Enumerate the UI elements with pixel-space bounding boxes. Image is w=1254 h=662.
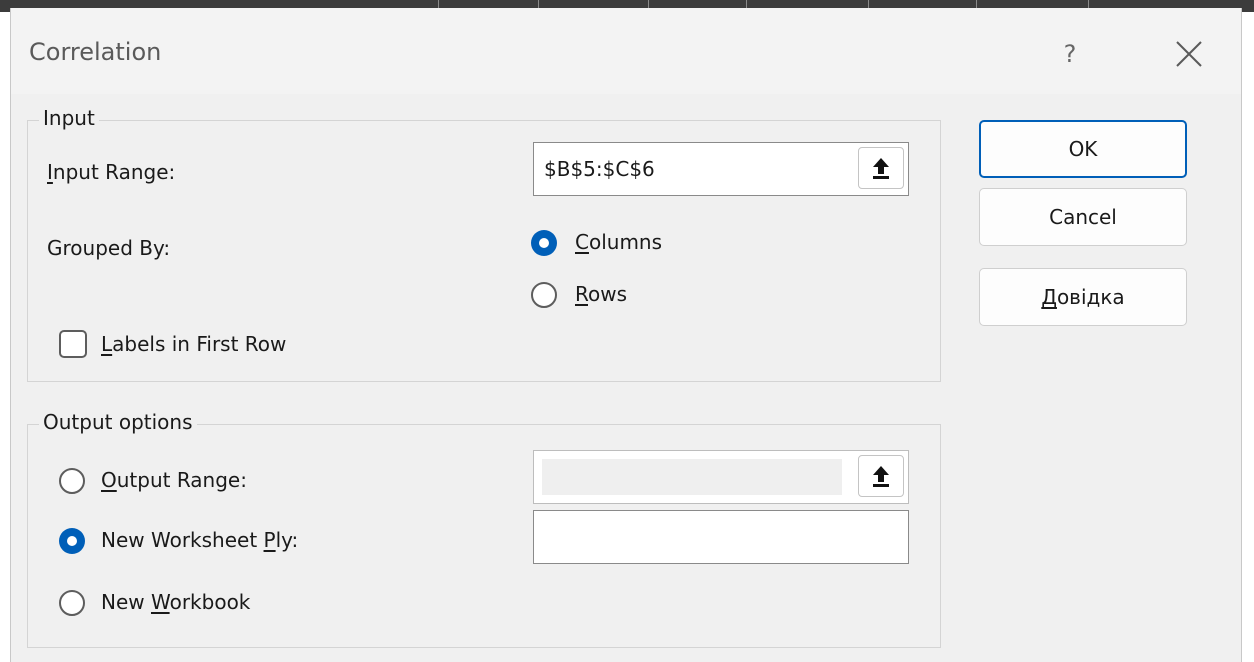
labels-first-row-label[interactable]: Labels in First Row (101, 332, 286, 356)
rows-radio[interactable] (531, 282, 557, 308)
rows-text: ows (588, 282, 628, 306)
new-worksheet-name-field[interactable] (533, 510, 909, 564)
output-range-text: utput Range: (116, 468, 247, 492)
new-worksheet-text: ly: (275, 528, 299, 552)
dialog-title: Correlation (29, 38, 162, 66)
input-range-label-text: nput Range: (52, 160, 176, 184)
correlation-dialog: Correlation ? Input Input Range: $B$5:$C… (10, 8, 1242, 662)
new-worksheet-radio[interactable] (59, 528, 85, 554)
input-range-value: $B$5:$C$6 (544, 157, 655, 181)
columns-radio[interactable] (531, 230, 557, 256)
output-group-legend: Output options (39, 410, 197, 434)
title-bar: Correlation ? (11, 8, 1241, 94)
columns-text: olumns (588, 230, 663, 254)
input-group-legend: Input (39, 106, 99, 130)
new-worksheet-label[interactable]: New Worksheet Ply: (101, 528, 298, 552)
output-range-mnemonic: O (101, 468, 117, 492)
help-dialog-button[interactable]: Довідка (979, 268, 1187, 326)
output-range-label[interactable]: Output Range: (101, 468, 247, 492)
ok-button[interactable]: OK (979, 120, 1187, 178)
input-range-field[interactable]: $B$5:$C$6 (533, 142, 909, 196)
new-workbook-text: orkbook (169, 590, 251, 614)
new-workbook-radio[interactable] (59, 590, 85, 616)
help-button[interactable]: ? (1055, 36, 1085, 72)
output-range-field[interactable] (533, 450, 909, 504)
rows-radio-label[interactable]: Rows (575, 282, 627, 306)
columns-mnemonic: C (575, 230, 589, 254)
new-workbook-mnemonic: W (150, 590, 170, 614)
grouped-by-label: Grouped By: (47, 236, 171, 260)
columns-radio-label[interactable]: Columns (575, 230, 662, 254)
upload-arrow-icon (873, 158, 889, 179)
new-worksheet-mnemonic: P (263, 528, 276, 552)
cancel-button[interactable]: Cancel (979, 188, 1187, 246)
output-range-collapse-button[interactable] (858, 455, 904, 497)
labels-mnemonic: L (101, 332, 113, 356)
labels-text: abels in First Row (112, 332, 287, 356)
input-range-collapse-button[interactable] (858, 147, 904, 189)
labels-first-row-checkbox[interactable] (59, 330, 87, 358)
upload-arrow-icon (873, 466, 889, 487)
new-workbook-prefix: New (101, 590, 151, 614)
rows-mnemonic: R (575, 282, 588, 306)
help-button-text: овідка (1056, 285, 1125, 309)
close-button[interactable] (1171, 36, 1207, 72)
new-workbook-label[interactable]: New Workbook (101, 590, 250, 614)
output-range-radio[interactable] (59, 468, 85, 494)
close-icon (1176, 41, 1202, 67)
input-range-label: Input Range: (47, 160, 175, 184)
output-range-disabled-area (542, 459, 842, 495)
help-button-mnemonic: Д (1041, 285, 1057, 309)
new-worksheet-prefix: New Worksheet (101, 528, 264, 552)
